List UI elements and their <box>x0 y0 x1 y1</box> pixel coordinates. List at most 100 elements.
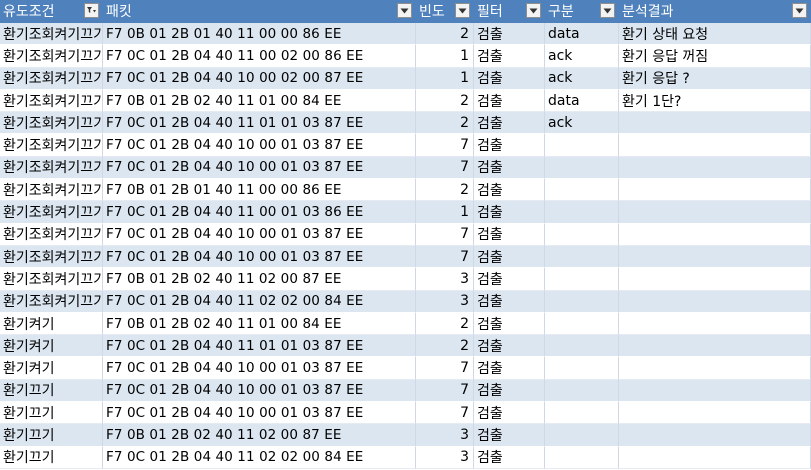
condition-cell[interactable]: 환기조회켜기끄기 <box>0 45 103 68</box>
packet-cell[interactable]: F7 0C 01 2B 04 40 10 00 01 03 87 EE <box>103 223 416 246</box>
column-header-filter[interactable]: 필터 <box>474 0 545 23</box>
type-cell[interactable]: ack <box>545 112 619 135</box>
frequency-cell[interactable]: 3 <box>416 424 474 447</box>
frequency-cell[interactable]: 1 <box>416 201 474 224</box>
condition-cell[interactable]: 환기조회켜기끄기 <box>0 290 103 313</box>
filter-cell[interactable]: 검출 <box>474 223 545 246</box>
frequency-cell[interactable]: 2 <box>416 89 474 113</box>
filter-cell[interactable]: 검출 <box>474 201 545 224</box>
condition-cell[interactable]: 환기끄기 <box>0 402 103 425</box>
dropdown-arrow-icon[interactable] <box>526 3 541 18</box>
frequency-cell[interactable]: 7 <box>416 223 474 246</box>
filter-cell[interactable]: 검출 <box>474 379 545 403</box>
filter-cell[interactable]: 검출 <box>474 290 545 313</box>
filter-cell[interactable]: 검출 <box>474 312 545 336</box>
result-cell[interactable] <box>619 335 811 358</box>
packet-cell[interactable]: F7 0C 01 2B 04 40 10 00 01 03 87 EE <box>103 245 416 269</box>
result-cell[interactable] <box>619 446 811 469</box>
result-cell[interactable] <box>619 223 811 246</box>
result-cell[interactable] <box>619 245 811 269</box>
type-cell[interactable]: ack <box>545 67 619 90</box>
type-cell[interactable] <box>545 223 619 246</box>
result-cell[interactable] <box>619 402 811 425</box>
condition-cell[interactable]: 환기조회켜기끄기 <box>0 179 103 202</box>
packet-cell[interactable]: F7 0C 01 2B 04 40 11 00 01 03 86 EE <box>103 201 416 224</box>
packet-cell[interactable]: F7 0C 01 2B 04 40 10 00 01 03 87 EE <box>103 379 416 403</box>
frequency-cell[interactable]: 7 <box>416 134 474 157</box>
packet-cell[interactable]: F7 0B 01 2B 02 40 11 01 00 84 EE <box>103 312 416 336</box>
packet-cell[interactable]: F7 0C 01 2B 04 40 11 02 02 00 84 EE <box>103 290 416 313</box>
condition-cell[interactable]: 환기끄기 <box>0 424 103 447</box>
column-header-result[interactable]: 분석결과 <box>619 0 811 23</box>
filter-cell[interactable]: 검출 <box>474 23 545 46</box>
packet-cell[interactable]: F7 0C 01 2B 04 40 11 02 02 00 84 EE <box>103 446 416 469</box>
condition-cell[interactable]: 환기끄기 <box>0 446 103 469</box>
packet-cell[interactable]: F7 0C 01 2B 04 40 10 00 01 03 87 EE <box>103 402 416 425</box>
type-cell[interactable] <box>545 245 619 269</box>
condition-cell[interactable]: 환기끄기 <box>0 379 103 403</box>
condition-cell[interactable]: 환기조회켜기끄기 <box>0 112 103 135</box>
frequency-cell[interactable]: 2 <box>416 312 474 336</box>
condition-cell[interactable]: 환기조회켜기끄기 <box>0 223 103 246</box>
packet-cell[interactable]: F7 0B 01 2B 01 40 11 00 00 86 EE <box>103 179 416 202</box>
packet-cell[interactable]: F7 0B 01 2B 01 40 11 00 00 86 EE <box>103 23 416 46</box>
condition-cell[interactable]: 환기조회켜기끄기 <box>0 89 103 113</box>
packet-cell[interactable]: F7 0C 01 2B 04 40 11 01 01 03 87 EE <box>103 335 416 358</box>
frequency-cell[interactable]: 1 <box>416 67 474 90</box>
filter-cell[interactable]: 검출 <box>474 134 545 157</box>
frequency-cell[interactable]: 2 <box>416 335 474 358</box>
filter-cell[interactable]: 검출 <box>474 268 545 291</box>
filter-applied-icon[interactable] <box>84 3 99 18</box>
filter-cell[interactable]: 검출 <box>474 112 545 135</box>
filter-cell[interactable]: 검출 <box>474 67 545 90</box>
result-cell[interactable] <box>619 268 811 291</box>
result-cell[interactable] <box>619 424 811 447</box>
condition-cell[interactable]: 환기켜기 <box>0 357 103 380</box>
filter-cell[interactable]: 검출 <box>474 156 545 180</box>
type-cell[interactable] <box>545 379 619 403</box>
frequency-cell[interactable]: 3 <box>416 268 474 291</box>
type-cell[interactable] <box>545 335 619 358</box>
frequency-cell[interactable]: 3 <box>416 290 474 313</box>
condition-cell[interactable]: 환기켜기 <box>0 312 103 336</box>
filter-cell[interactable]: 검출 <box>474 446 545 469</box>
filter-cell[interactable]: 검출 <box>474 89 545 113</box>
column-header-packet[interactable]: 패킷 <box>103 0 416 23</box>
result-cell[interactable] <box>619 112 811 135</box>
frequency-cell[interactable]: 2 <box>416 23 474 46</box>
packet-cell[interactable]: F7 0B 01 2B 02 40 11 02 00 87 EE <box>103 424 416 447</box>
condition-cell[interactable]: 환기조회켜기끄기 <box>0 268 103 291</box>
filter-cell[interactable]: 검출 <box>474 179 545 202</box>
type-cell[interactable] <box>545 446 619 469</box>
packet-cell[interactable]: F7 0C 01 2B 04 40 10 00 01 03 87 EE <box>103 156 416 180</box>
result-cell[interactable] <box>619 379 811 403</box>
packet-cell[interactable]: F7 0C 01 2B 04 40 10 00 02 00 87 EE <box>103 67 416 90</box>
condition-cell[interactable]: 환기조회켜기끄기 <box>0 23 103 46</box>
dropdown-arrow-icon[interactable] <box>455 3 470 18</box>
result-cell[interactable] <box>619 357 811 380</box>
dropdown-arrow-icon[interactable] <box>397 3 412 18</box>
filter-cell[interactable]: 검출 <box>474 335 545 358</box>
column-header-type[interactable]: 구분 <box>545 0 619 23</box>
condition-cell[interactable]: 환기조회켜기끄기 <box>0 201 103 224</box>
type-cell[interactable] <box>545 179 619 202</box>
frequency-cell[interactable]: 7 <box>416 402 474 425</box>
filter-cell[interactable]: 검출 <box>474 357 545 380</box>
result-cell[interactable] <box>619 201 811 224</box>
packet-cell[interactable]: F7 0C 01 2B 04 40 11 00 02 00 86 EE <box>103 45 416 68</box>
filter-cell[interactable]: 검출 <box>474 424 545 447</box>
packet-cell[interactable]: F7 0C 01 2B 04 40 10 00 01 03 87 EE <box>103 134 416 157</box>
result-cell[interactable] <box>619 179 811 202</box>
result-cell[interactable] <box>619 134 811 157</box>
packet-cell[interactable]: F7 0B 01 2B 02 40 11 01 00 84 EE <box>103 89 416 113</box>
frequency-cell[interactable]: 2 <box>416 179 474 202</box>
packet-cell[interactable]: F7 0B 01 2B 02 40 11 02 00 87 EE <box>103 268 416 291</box>
type-cell[interactable] <box>545 268 619 291</box>
result-cell[interactable]: 환기 상태 요청 <box>619 23 811 46</box>
type-cell[interactable] <box>545 156 619 180</box>
column-header-frequency[interactable]: 빈도 <box>416 0 474 23</box>
type-cell[interactable] <box>545 312 619 336</box>
frequency-cell[interactable]: 3 <box>416 446 474 469</box>
frequency-cell[interactable]: 7 <box>416 245 474 269</box>
dropdown-arrow-icon[interactable] <box>600 3 615 18</box>
